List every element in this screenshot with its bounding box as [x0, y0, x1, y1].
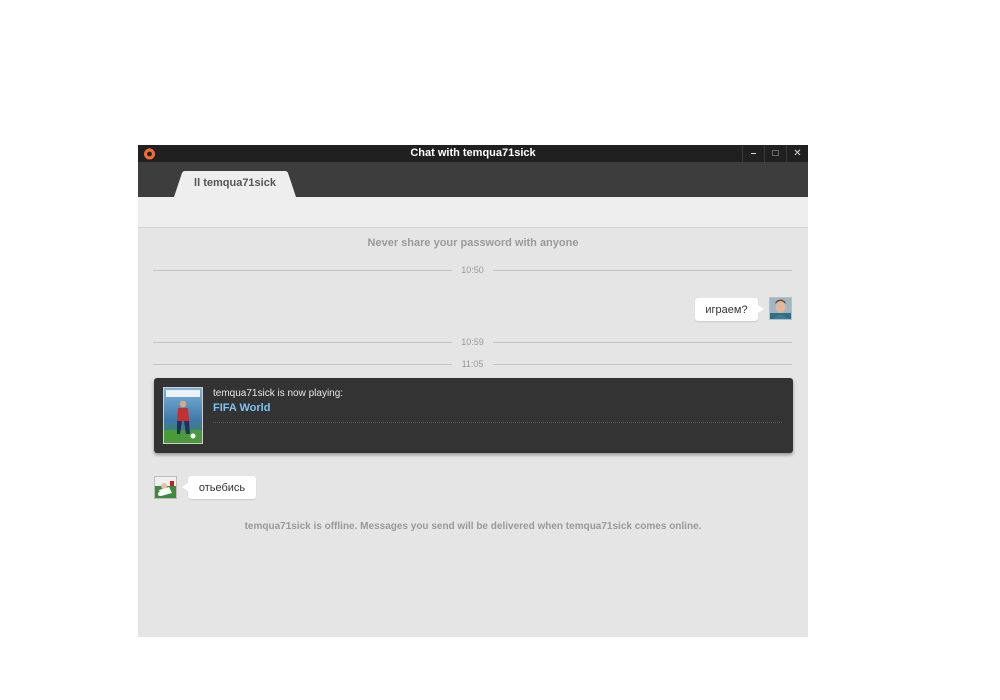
offline-notice: temqua71sick is offline. Messages you se…	[244, 521, 702, 532]
message-bubble-outgoing: играем?	[695, 298, 764, 321]
user-avatar-icon	[770, 298, 791, 319]
message-bubble-incoming: отьебись	[182, 476, 256, 499]
time-divider: 10:50	[153, 265, 792, 276]
time-divider: 10:59	[153, 337, 792, 348]
time-divider: 11:05	[153, 359, 792, 370]
friend-avatar-icon	[155, 477, 176, 498]
security-notice: Never share your password with anyone	[367, 237, 579, 249]
window-controls: – □ ✕	[742, 145, 808, 162]
maximize-button[interactable]: □	[764, 145, 786, 162]
window-title: Chat with temqua71sick	[410, 147, 536, 159]
now-playing-card: temqua71sick is now playing: FIFA World	[154, 378, 793, 453]
minimize-button[interactable]: –	[742, 145, 764, 162]
title-bar[interactable]: Chat with temqua71sick – □ ✕	[138, 145, 808, 162]
tab-chat-temqua71sick[interactable]: ll temqua71sick	[174, 171, 296, 197]
chat-window: Chat with temqua71sick – □ ✕ ll temqua71…	[138, 145, 808, 637]
avatar-self[interactable]	[769, 297, 792, 320]
avatar-friend[interactable]	[154, 476, 177, 499]
chat-toolbar	[138, 197, 808, 228]
card-divider	[213, 422, 782, 423]
game-title-link[interactable]: FIFA World	[213, 402, 270, 414]
tab-bar: ll temqua71sick	[138, 162, 808, 197]
tab-label: ll temqua71sick	[194, 177, 276, 189]
game-cover-icon	[164, 388, 202, 443]
game-cover-image[interactable]	[163, 387, 203, 444]
close-button[interactable]: ✕	[786, 145, 808, 162]
now-playing-text: temqua71sick is now playing:	[213, 388, 344, 399]
